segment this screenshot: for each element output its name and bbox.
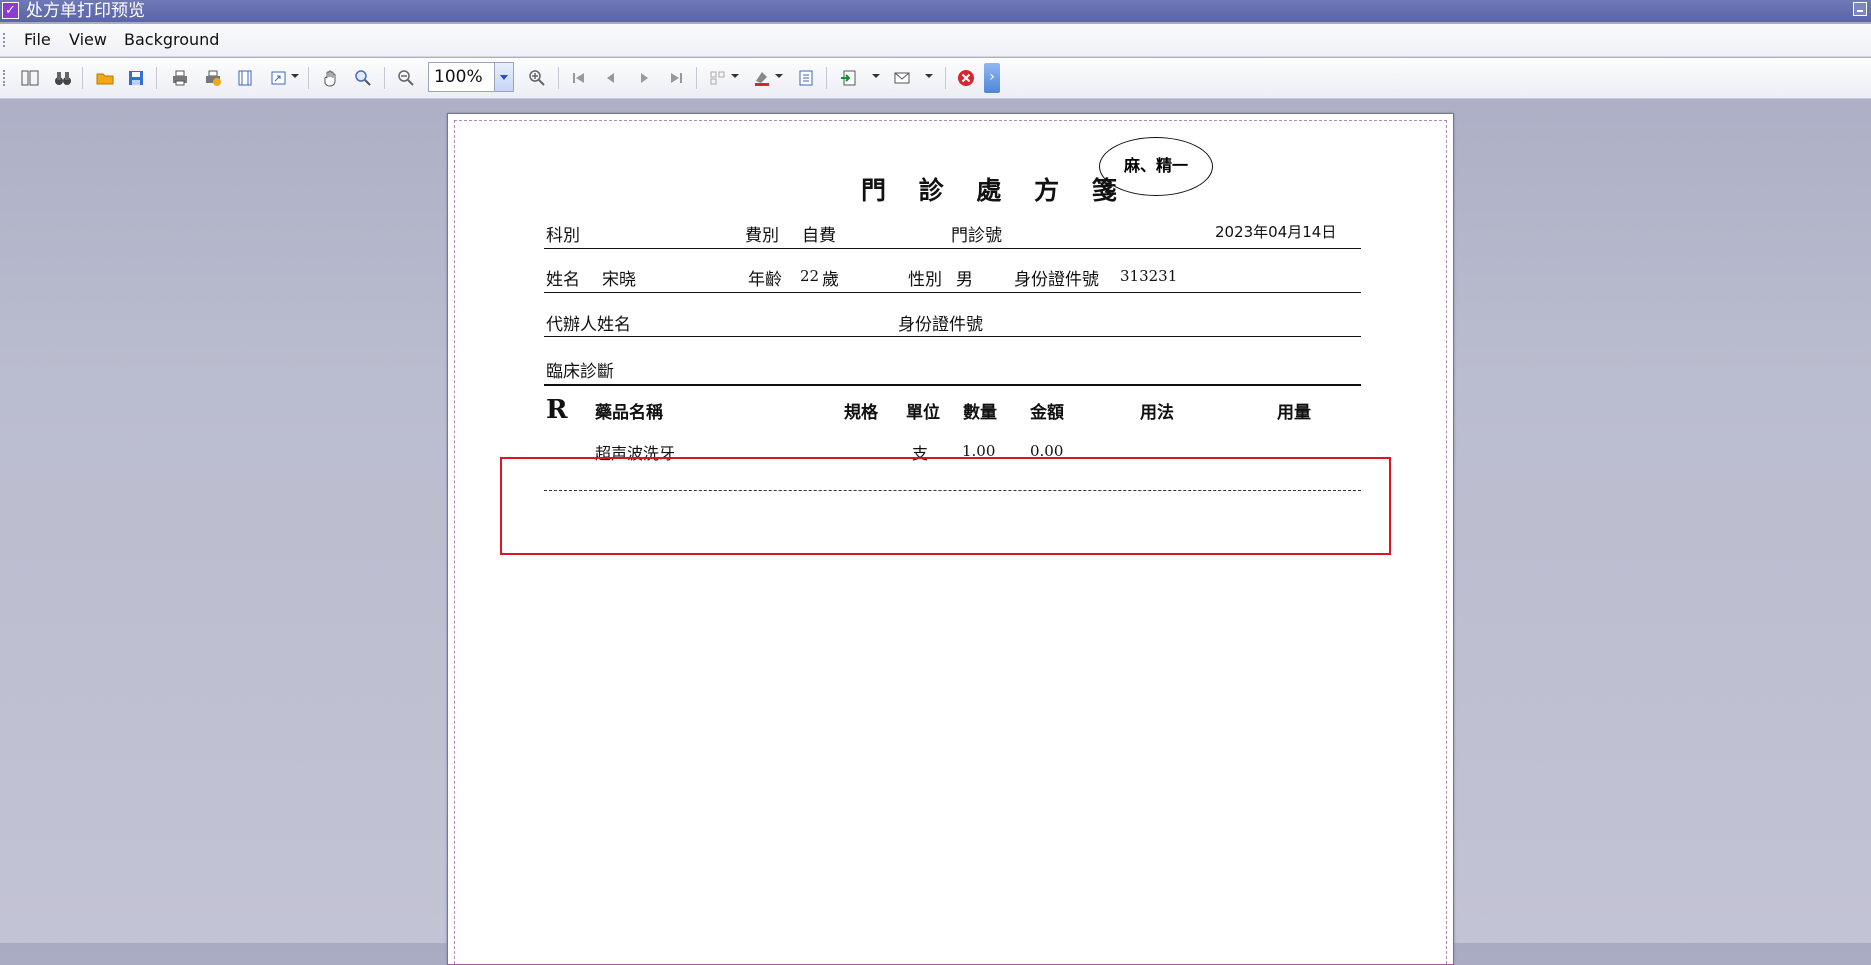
sex-label: 性別 <box>908 270 942 290</box>
find-binoculars-icon[interactable] <box>52 67 74 89</box>
agent-name-label: 代辦人姓名 <box>546 315 631 335</box>
id-label: 身份證件號 <box>1014 270 1099 290</box>
toolbar-separator <box>82 67 83 89</box>
menu-view[interactable]: View <box>69 30 107 49</box>
prescription-title: 門 診 處 方 箋 <box>861 176 1129 205</box>
first-page-icon[interactable] <box>568 67 590 89</box>
close-preview-icon[interactable] <box>955 67 977 89</box>
col-header-amount: 金額 <box>1030 403 1064 423</box>
zoom-value: 100% <box>434 67 483 87</box>
dept-label: 科別 <box>546 226 580 246</box>
col-header-unit: 單位 <box>906 403 940 423</box>
toolbar-separator <box>558 67 559 89</box>
menu-background[interactable]: Background <box>124 30 219 49</box>
divider-line <box>544 292 1361 293</box>
age-value: 22 <box>800 267 820 285</box>
toolbar-separator <box>156 67 157 89</box>
divider-line <box>544 336 1361 337</box>
zoom-combobox[interactable]: 100% <box>428 62 514 92</box>
toolbar-overflow-chevron-icon[interactable]: › <box>984 63 1000 93</box>
zoom-in-icon[interactable] <box>526 67 548 89</box>
zoom-dropdown-button[interactable] <box>494 63 513 91</box>
hand-tool-icon[interactable] <box>320 67 342 89</box>
quick-print-icon[interactable] <box>202 67 224 89</box>
toolbar-separator <box>826 67 827 89</box>
selection-highlight-box <box>500 457 1391 555</box>
sex-value: 男 <box>956 270 973 290</box>
email-dropdown-arrow-icon[interactable] <box>925 74 933 78</box>
next-page-icon[interactable] <box>633 67 655 89</box>
menu-file[interactable]: File <box>24 30 51 49</box>
menu-bar: File View Background <box>0 24 1871 57</box>
export-document-icon[interactable] <box>838 67 860 89</box>
prescription-date: 2023年04月14日 <box>1215 223 1337 241</box>
divider-line-thick <box>544 384 1361 386</box>
col-header-spec: 規格 <box>844 403 878 423</box>
col-header-quantity: 數量 <box>963 403 997 423</box>
col-header-usage: 用法 <box>1140 403 1174 423</box>
magnifier-icon[interactable] <box>352 67 374 89</box>
document-map-icon[interactable] <box>19 67 41 89</box>
save-icon[interactable] <box>125 67 147 89</box>
id-value: 313231 <box>1120 267 1178 285</box>
print-icon[interactable] <box>169 67 191 89</box>
multiple-pages-dropdown-arrow-icon[interactable] <box>731 74 739 78</box>
toolbar-separator <box>696 67 697 89</box>
age-label: 年齡 <box>748 270 782 290</box>
window-title: 处方单打印预览 <box>26 1 145 21</box>
watermark-icon[interactable] <box>795 67 817 89</box>
page-setup-icon[interactable] <box>234 67 256 89</box>
toolbar-separator <box>384 67 385 89</box>
col-header-drug-name: 藥品名稱 <box>595 403 663 423</box>
open-folder-icon[interactable] <box>94 67 116 89</box>
controlled-drug-stamp: 麻、精一 <box>1099 137 1213 196</box>
zoom-out-icon[interactable] <box>395 67 417 89</box>
toolbar-separator <box>945 67 946 89</box>
patient-name: 宋晓 <box>602 270 636 290</box>
checkbox-app-icon: ✓ <box>2 2 19 19</box>
last-page-icon[interactable] <box>665 67 687 89</box>
fee-label: 費別 <box>745 226 779 246</box>
agent-id-label: 身份證件號 <box>898 315 983 335</box>
toolbar <box>0 58 1871 99</box>
scale-dropdown-arrow-icon[interactable] <box>291 74 299 78</box>
divider-line <box>544 248 1361 249</box>
multiple-pages-icon[interactable] <box>707 67 729 89</box>
fee-value: 自費 <box>802 226 836 246</box>
toolbar-separator <box>308 67 309 89</box>
clinic-no-label: 門診號 <box>951 226 1002 246</box>
rx-symbol: R <box>546 395 568 425</box>
page-color-dropdown-arrow-icon[interactable] <box>775 74 783 78</box>
diagnosis-label: 臨床診斷 <box>546 362 614 382</box>
page-color-icon[interactable] <box>751 67 773 89</box>
send-email-icon[interactable] <box>891 67 913 89</box>
previous-page-icon[interactable] <box>600 67 622 89</box>
scale-icon[interactable] <box>268 67 290 89</box>
col-header-dosage: 用量 <box>1277 403 1311 423</box>
toolbar-grip-handle[interactable] <box>3 70 9 86</box>
name-label: 姓名 <box>546 270 580 290</box>
title-bar: ✓ 处方单打印预览 <box>0 0 1871 22</box>
minimize-button[interactable] <box>1853 2 1867 16</box>
export-dropdown-arrow-icon[interactable] <box>872 74 880 78</box>
menu-grip-handle[interactable] <box>3 33 9 47</box>
age-unit: 歲 <box>822 270 839 290</box>
